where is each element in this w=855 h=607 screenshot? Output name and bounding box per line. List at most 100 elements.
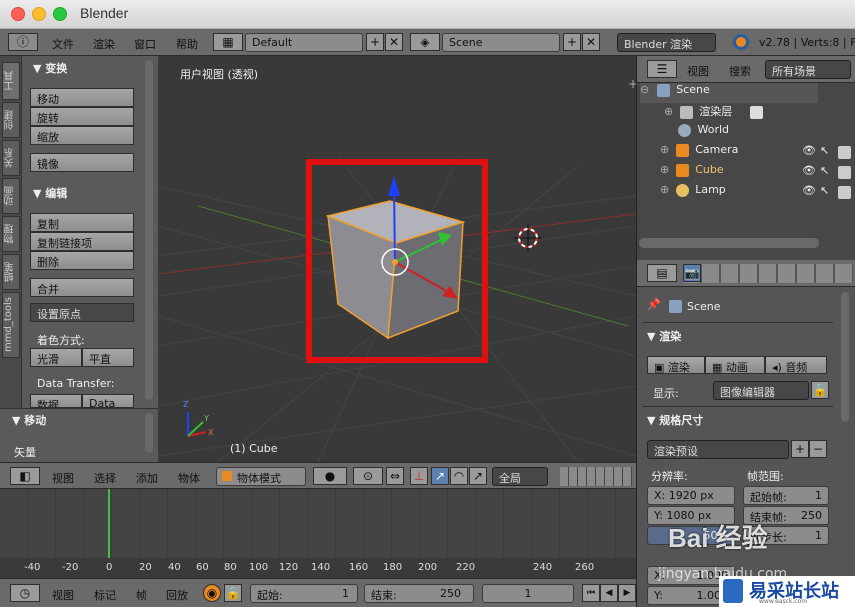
current-frame-line[interactable] (108, 489, 110, 569)
lock-interface-icon[interactable]: 🔒 (811, 381, 829, 399)
tab-tools[interactable]: 工具 (2, 62, 20, 100)
translate-button[interactable]: 移动 (30, 88, 134, 107)
timeline-area[interactable]: -40 -20 0 20 40 60 80 100 120 140 160 18… (0, 489, 636, 578)
shade-smooth-button[interactable]: 光滑 (30, 348, 82, 367)
editor-type-outliner-icon[interactable]: ☰ (647, 60, 677, 78)
shade-flat-button[interactable]: 平直 (82, 348, 134, 367)
menu-timeline-view[interactable]: 视图 (52, 587, 74, 603)
scene-field[interactable]: Scene (442, 33, 560, 52)
3d-cursor-icon[interactable] (514, 224, 542, 252)
menu-select[interactable]: 选择 (94, 470, 116, 486)
add-preset-button[interactable]: + (791, 440, 809, 458)
tab-create[interactable]: 创建 (2, 102, 20, 138)
visibility-eye-icon[interactable]: 👁 (802, 184, 816, 197)
menu-marker[interactable]: 标记 (94, 587, 116, 603)
tab-physics[interactable]: 物理 (2, 216, 20, 252)
visibility-eye-icon[interactable]: 👁 (802, 164, 816, 177)
display-select[interactable]: 图像编辑器 (713, 381, 809, 400)
lock-icon[interactable]: 🔒 (224, 584, 242, 602)
render-camera-icon[interactable] (838, 166, 851, 179)
minimize-window-button[interactable] (32, 7, 46, 21)
outliner-scrollbar[interactable] (639, 238, 819, 248)
editor-type-timeline-icon[interactable]: ◷ (10, 584, 40, 602)
dimensions-panel-header[interactable]: ▼ 规格尺寸 (647, 412, 703, 428)
expand-icon[interactable]: ⊕ (660, 143, 669, 156)
move-panel-header[interactable]: ▼ 移动 (12, 412, 46, 428)
manipulator-axes-icon[interactable]: ⊥ (410, 467, 428, 485)
start-frame-field[interactable]: 起始: 1 (250, 584, 358, 603)
end-frame-field[interactable]: 结束: 250 (364, 584, 474, 603)
data-transfer-button[interactable]: 数据 (30, 394, 82, 408)
viewport-canvas[interactable]: + (158, 56, 636, 462)
outliner-row-scene[interactable]: ⊖ Scene (640, 83, 818, 103)
gizmo-z-axis[interactable] (393, 187, 396, 263)
rotate-button[interactable]: 旋转 (30, 107, 134, 126)
scale-button[interactable]: 缩放 (30, 126, 134, 145)
select-cursor-icon[interactable]: ↖ (820, 144, 829, 157)
outliner-row-cube[interactable]: ⊕ Cube 👁 ↖ (660, 163, 855, 183)
screen-layout-icon[interactable]: ▦ (213, 33, 243, 51)
remove-layout-button[interactable]: ✕ (385, 33, 403, 51)
duplicate-button[interactable]: 复制 (30, 213, 134, 232)
screen-layout-field[interactable]: Default (245, 33, 363, 52)
prev-keyframe-icon[interactable]: ◀ (600, 584, 618, 602)
resolution-x-field[interactable]: X: 1920 px (647, 486, 735, 505)
render-camera-icon[interactable] (838, 186, 851, 199)
select-cursor-icon[interactable]: ↖ (820, 164, 829, 177)
toolshelf-scrollbar[interactable] (145, 60, 153, 400)
menu-render[interactable]: 渲染 (93, 36, 115, 52)
properties-context-tabs[interactable] (683, 264, 853, 283)
operator-scrollbar[interactable] (145, 413, 153, 453)
expand-icon[interactable]: ⊕ (660, 163, 669, 176)
expand-icon[interactable]: ⊕ (660, 183, 669, 196)
pin-icon[interactable]: 📌 (647, 298, 661, 311)
viewport-add-region-icon[interactable]: + (628, 77, 636, 91)
menu-file[interactable]: 文件 (52, 36, 74, 52)
translate-manipulator-icon[interactable]: ↗ (431, 467, 449, 485)
menu-object[interactable]: 物体 (178, 470, 200, 486)
render-camera-icon[interactable] (838, 146, 851, 159)
visibility-eye-icon[interactable]: 👁 (802, 144, 816, 157)
menu-outliner-view[interactable]: 视图 (687, 63, 709, 79)
tab-animation[interactable]: 动画 (2, 178, 20, 214)
scene-icon[interactable]: ◈ (410, 33, 440, 51)
render-image-button[interactable]: ▣ 渲染 (647, 356, 705, 374)
outliner-row-render-layers[interactable]: ⊕ 渲染层 (664, 103, 763, 123)
data-layout-button[interactable]: Data La (82, 394, 134, 408)
transform-panel-header[interactable]: ▼ 变换 (33, 60, 67, 76)
maximize-window-button[interactable] (53, 7, 67, 21)
set-origin-select[interactable]: 设置原点 (30, 303, 134, 322)
pivot-point-icon[interactable]: ⊙ (353, 467, 383, 485)
close-window-button[interactable] (11, 7, 25, 21)
frame-start-field[interactable]: 起始帧: 1 (743, 486, 829, 505)
outliner-row-lamp[interactable]: ⊕ Lamp 👁 ↖ (660, 183, 855, 203)
menu-playback[interactable]: 回放 (166, 587, 188, 603)
edit-panel-header[interactable]: ▼ 编辑 (33, 185, 67, 201)
outliner-display-select[interactable]: 所有场景 (765, 60, 851, 79)
duplicate-linked-button[interactable]: 复制链接项 (30, 232, 134, 251)
delete-button[interactable]: 删除 (30, 251, 134, 270)
properties-scrollbar[interactable] (841, 292, 849, 422)
interaction-mode-select[interactable]: 物体模式 (216, 467, 306, 486)
add-layout-button[interactable]: + (366, 33, 384, 51)
remove-preset-button[interactable]: − (809, 440, 827, 458)
expand-icon[interactable]: ⊕ (664, 105, 673, 118)
render-preset-select[interactable]: 渲染预设 (647, 440, 789, 459)
menu-window[interactable]: 窗口 (134, 36, 156, 52)
play-icon[interactable]: ▶ (618, 584, 636, 602)
select-cursor-icon[interactable]: ↖ (820, 184, 829, 197)
menu-help[interactable]: 帮助 (176, 36, 198, 52)
outliner-row-world[interactable]: World (678, 123, 729, 143)
layer-buttons[interactable] (560, 467, 632, 486)
editor-type-3d-icon[interactable]: ◧ (10, 467, 40, 485)
outliner-row-camera[interactable]: ⊕ Camera 👁 ↖ (660, 143, 855, 163)
jump-start-icon[interactable]: ⏮ (582, 584, 600, 602)
render-animation-button[interactable]: ▦ 动画 (705, 356, 765, 374)
add-scene-button[interactable]: + (563, 33, 581, 51)
render-tab-icon[interactable]: 📷 (683, 264, 701, 282)
manipulator-toggle-icon[interactable]: ⇔ (386, 467, 404, 485)
tab-grease-pencil[interactable]: 蜡笔 (2, 254, 20, 290)
menu-add[interactable]: 添加 (136, 470, 158, 486)
menu-outliner-search[interactable]: 搜索 (729, 63, 751, 79)
3d-viewport[interactable]: + 用户视图 (透视) Z X Y (1) Cube (158, 56, 636, 462)
